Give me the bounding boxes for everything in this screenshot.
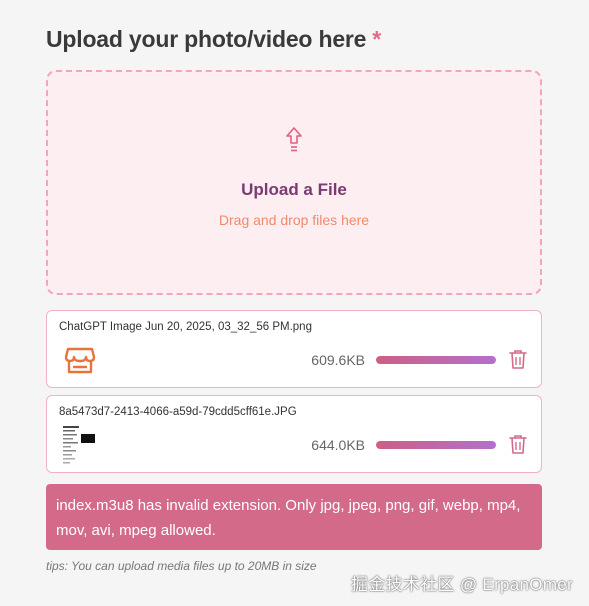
upload-progress-bar [376, 356, 496, 364]
file-size: 609.6KB [311, 352, 365, 368]
upload-progress-fill [376, 441, 496, 449]
file-item: 8a5473d7-2413-4066-a59d-79cdd5cff61e.JPG… [46, 395, 542, 473]
required-mark: * [372, 26, 382, 52]
dropzone-subtitle: Drag and drop files here [218, 212, 370, 228]
document-thumbnail [61, 424, 97, 468]
file-item: ChatGPT Image Jun 20, 2025, 03_32_56 PM.… [46, 310, 542, 388]
error-message: index.m3u8 has invalid extension. Only j… [46, 484, 542, 550]
upload-arrow-icon [286, 127, 302, 152]
document-thumbnail-image [63, 426, 95, 464]
form-title-text: Upload your photo/video here [46, 26, 367, 52]
trash-icon[interactable] [509, 349, 527, 369]
store-icon [64, 347, 96, 374]
form-title: Upload your photo/video here * [46, 26, 381, 53]
watermark: 掘金技术社区 @ ErpanOmer [351, 575, 573, 594]
dropzone-title: Upload a File [241, 180, 347, 199]
file-dropzone[interactable]: Upload a File Drag and drop files here [46, 70, 542, 295]
file-size: 644.0KB [311, 437, 365, 453]
upload-progress-fill [376, 356, 496, 364]
file-name: 8a5473d7-2413-4066-a59d-79cdd5cff61e.JPG [59, 406, 297, 418]
upload-progress-bar [376, 441, 496, 449]
upload-tips: tips: You can upload media files up to 2… [46, 559, 317, 573]
trash-icon[interactable] [509, 434, 527, 454]
file-name: ChatGPT Image Jun 20, 2025, 03_32_56 PM.… [59, 321, 312, 333]
